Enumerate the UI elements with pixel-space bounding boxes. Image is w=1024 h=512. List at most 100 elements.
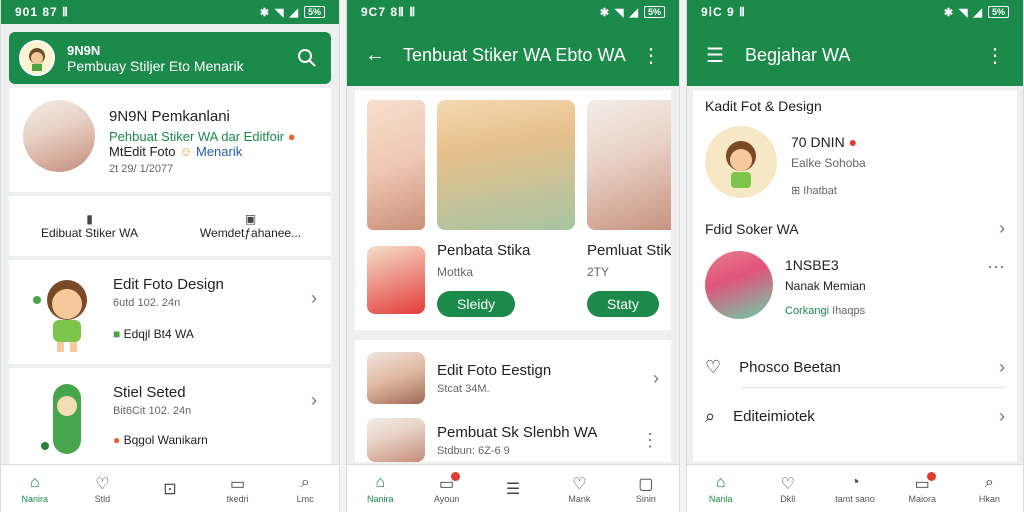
list-item[interactable]: Edit Foto Design 6utd 102. 24n ■ Edqjl B… [9,260,331,364]
sticker-thumb[interactable] [367,100,425,230]
profile-avatar [705,251,773,319]
more-vert-icon[interactable]: ⋮ [641,430,659,451]
battery-indicator: 5% [987,6,1009,18]
chat-icon: ▣ [244,212,257,226]
phone-panel-3: 9ⅰC 9 Ⅱ ✱ ◥ ◢ 5% ☰ Begjahar WA ⋮ Kadit F… [686,0,1024,512]
home-icon: ⌂ [715,473,726,491]
signal-icon: ◢ [629,6,638,19]
app-bar-title: Begjahar WA [745,44,851,65]
nav-add[interactable]: ⊡ [136,465,204,512]
bottom-nav: ⌂ Nanla ♡ Dkll ◔ tamt sano ▭ Maiora ⌕ Hkan [687,464,1023,512]
nav-home[interactable]: ⌂ Nanira [1,465,69,512]
profile-meta2: Ihaqps [832,305,866,317]
verified-icon: ● [848,134,858,150]
status-bar: 9ⅰC 9 Ⅱ ✱ ◥ ◢ 5% [687,0,1023,24]
signal-icon: ◢ [289,6,298,19]
list-meta: Stdbun: 6Z-6 9 [437,444,510,457]
item-foot: Bqgol Wanikarn [123,433,208,447]
nav-home[interactable]: ⌂ Nanira [347,465,413,512]
section-title: Fdid Soker WA [705,220,799,237]
nav-list[interactable]: ☰ [480,465,546,512]
nav-notifications[interactable]: ▭ Ayoun [413,465,479,512]
search-icon[interactable] [293,44,321,72]
search-icon: ⌕ [705,405,716,426]
nav-favorites[interactable]: ♡ Dkll [754,465,821,512]
chevron-right-icon[interactable]: › [653,368,659,389]
bottom-nav: ⌂ Nanira ▭ Ayoun ☰ ♡ Mank ▢ Sinin [347,464,679,512]
nav-chat[interactable]: ▢ Sinin [613,465,679,512]
notification-icon: ▭ [914,471,936,493]
search-header[interactable]: 9N9N Pembuay Stiljer Eto Menarik [9,32,331,84]
profile-line: Pehbuat Stiker WA dar Editfoir [109,129,285,144]
gallery-image [437,100,575,230]
menu-item[interactable]: ♡ Phosco Beetan › [705,347,1005,387]
profile-item[interactable]: 1NSBE3 Nanak Memian Corkangi Ihaqps ⋯ [705,251,1005,319]
chevron-right-icon[interactable]: › [311,288,317,309]
gallery-title: Pemluat Stiker W [587,242,671,259]
status-time: 901 87 Ⅱ [15,5,69,19]
fire-icon: ● [287,129,296,144]
nav-search[interactable]: ⌕ Lmc [271,465,339,512]
sticker-thumb[interactable] [367,246,425,314]
profile-card[interactable]: 9N9N Pemkanlani Pehbuat Stiker WA dar Ed… [9,88,331,192]
app-bar: ← Tenbuat Stiker WA Ebto WA ⋮ [347,24,679,86]
heart-icon: ♡ [705,356,722,377]
menu-item[interactable]: ⌕ Editeimiotek › [705,396,1005,436]
profile-name: 9N9N Pemkanlani [109,108,230,125]
nav-notifications[interactable]: ▭ Maiora [889,465,956,512]
nav-favorites[interactable]: ♡ Mank [546,465,612,512]
item-title: Stiel Seted [113,384,186,401]
status-bar: 9C7 8Ⅱ Ⅱ ✱ ◥ ◢ 5% [347,0,679,24]
more-vert-icon[interactable]: ⋮ [637,41,665,69]
heart-icon: ♡ [95,475,110,493]
nav-home[interactable]: ⌂ Nanla [687,465,754,512]
profile-line-menarik: Menarik [196,144,243,159]
emoji-icon: ☺ [179,144,193,159]
list-title: Pembuat Sk Slenbh WA [437,423,598,441]
nav-search[interactable]: ⌕ Hkan [956,465,1023,512]
bluetooth-icon: ✱ [599,6,610,19]
chevron-right-icon: › [999,356,1005,377]
nav-chat[interactable]: ▭ tkedri [204,465,272,512]
nav-chat[interactable]: ◔ tamt sano [821,465,888,512]
sticker-button[interactable]: Sleidy [437,291,516,317]
chevron-right-icon[interactable]: › [311,390,317,411]
app-bar-title: Tenbuat Stiker WA Ebto WA [403,44,626,65]
back-arrow-icon[interactable]: ← [361,41,389,69]
bluetooth-icon: ✱ [943,6,954,19]
gallery-card[interactable]: Pemluat Stiker W 2TY Staty [587,100,671,317]
gallery-card[interactable]: Penbata Stika Mottka Sleidy [437,100,575,317]
list-thumb [367,418,425,462]
nav-sticker[interactable]: ♡ Stld [69,465,137,512]
list-item[interactable]: Stiel Seted Bit6Cit 102. 24n ● Bqgol Wan… [9,368,331,464]
notification-icon: ▭ [439,471,461,493]
sticker-button[interactable]: Staty [587,291,659,317]
list-title: Edit Foto Eestign [437,361,552,379]
menu-icon[interactable]: ☰ [701,41,729,69]
list-icon: ☰ [505,480,521,498]
search-input[interactable]: Pembuay Stiljer Eto Menarik [67,58,293,74]
chevron-right-icon[interactable]: › [999,218,1005,239]
list-item[interactable]: Pembuat Sk Slenbh WA Stdbun: 6Z-6 9 ⋮ [367,412,659,468]
profile-avatar [23,100,95,172]
bluetooth-icon: ✱ [259,6,270,19]
tab-stiker[interactable]: ▮ Edibuat Stiker WA [9,196,170,256]
item-meta: 6utd 102. 24n [113,297,181,309]
recent-list: Edit Foto Eestign Stcat 34M. › Pembuat S… [355,340,671,462]
badge-icon: ■ [113,327,121,341]
profile-item[interactable]: 70 DNIN ● Ealke Sohoba ⊞ Ihatbat [705,126,1005,198]
section-row[interactable]: Fdid Soker WA › [705,218,1005,239]
list-item[interactable]: Edit Foto Eestign Stcat 34M. › [367,350,659,406]
content: Kadit Fot & Design 70 DNIN ● Ealke Sohob… [693,90,1017,462]
gallery-image [587,100,671,230]
wifi-icon: ◥ [275,6,284,19]
more-horiz-icon[interactable]: ⋯ [987,257,1005,278]
tab-other[interactable]: ▣ Wemdetƒahanee... [170,196,331,256]
bottom-nav: ⌂ Nanira ♡ Stld ⊡ ▭ tkedri ⌕ Lmc [1,464,339,512]
more-vert-icon[interactable]: ⋮ [981,41,1009,69]
sticker-gallery: Penbata Stika Mottka Sleidy Pemluat Stik… [355,90,671,330]
heart-icon: ♡ [572,475,587,493]
grid-icon: ⊞ [791,185,801,197]
sticker-icon: ▮ [86,212,93,226]
phone-panel-1: 901 87 Ⅱ ✱ ◥ ◢ 5% 9N9N Pembuay Stiljer E… [0,0,340,512]
